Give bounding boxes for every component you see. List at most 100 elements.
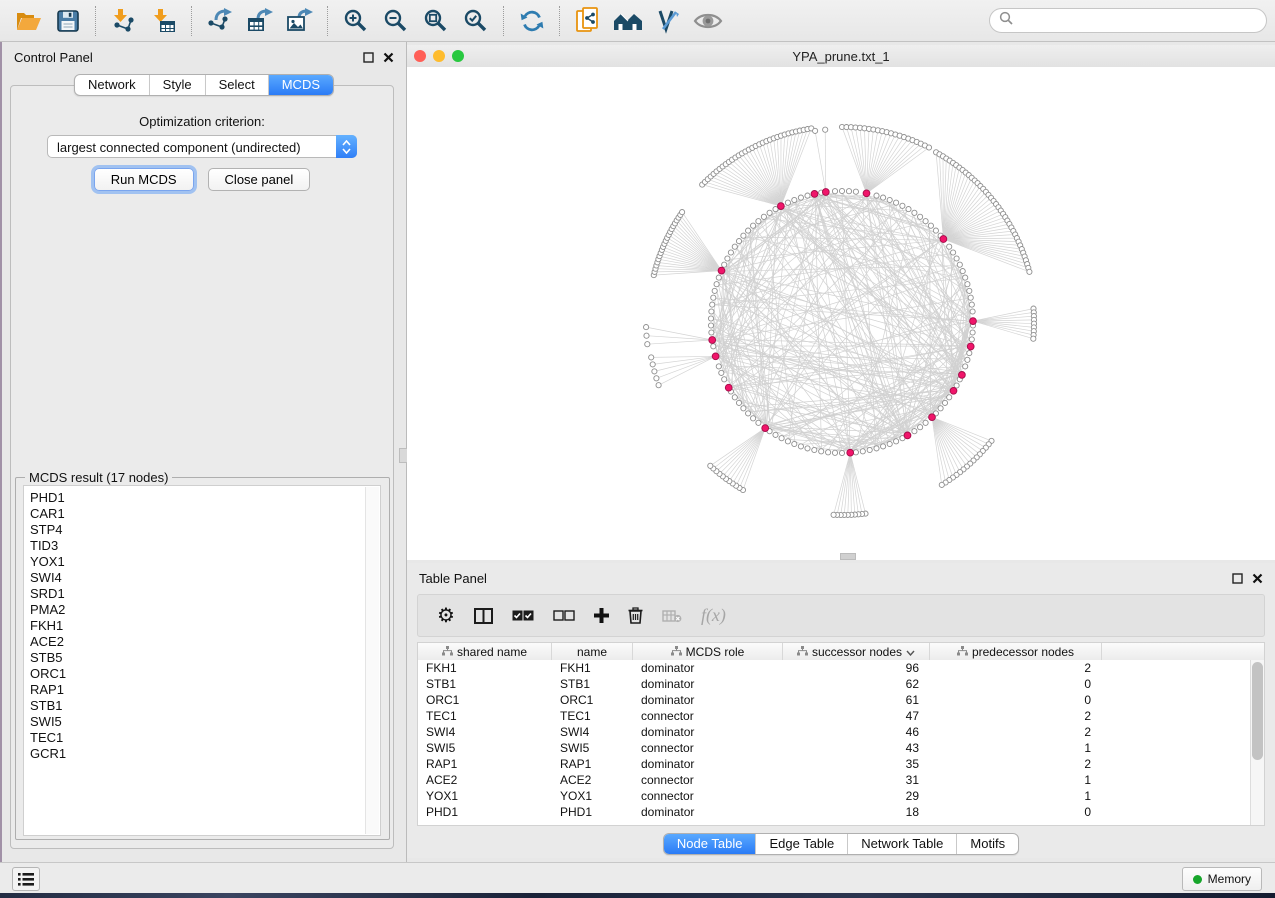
run-mcds-button[interactable]: Run MCDS (94, 168, 194, 191)
splitter-nub[interactable] (840, 553, 856, 560)
close-panel-button[interactable]: Close panel (208, 168, 311, 191)
mcds-result-item[interactable]: ORC1 (30, 666, 380, 682)
memory-label: Memory (1208, 872, 1251, 886)
mcds-result-item[interactable]: PHD1 (30, 490, 380, 506)
gear-icon[interactable]: ⚙ (437, 606, 455, 626)
columns-icon[interactable] (474, 608, 493, 624)
table-row[interactable]: SWI5SWI5connector431 (418, 740, 1264, 756)
tab-mcds[interactable]: MCDS (269, 75, 333, 95)
float-icon[interactable] (363, 50, 374, 68)
mcds-result-item[interactable]: SWI5 (30, 714, 380, 730)
mcds-result-item[interactable]: GCR1 (30, 746, 380, 762)
table-cell: 2 (930, 709, 1102, 723)
close-icon[interactable] (383, 50, 394, 68)
main-toolbar (0, 0, 1275, 42)
tab-motifs[interactable]: Motifs (957, 834, 1018, 854)
birds-eye-icon[interactable] (688, 3, 728, 39)
network-canvas[interactable] (407, 67, 1275, 560)
column-header-filler (1102, 643, 1264, 660)
table-row[interactable]: ORC1ORC1dominator610 (418, 692, 1264, 708)
add-icon[interactable] (594, 608, 609, 623)
mcds-result-item[interactable]: ACE2 (30, 634, 380, 650)
export-image-icon[interactable] (280, 3, 320, 39)
table-cell: 1 (930, 773, 1102, 787)
save-session-icon[interactable] (48, 3, 88, 39)
mcds-result-item[interactable]: YOX1 (30, 554, 380, 570)
table-cell: 0 (930, 677, 1102, 691)
table-row[interactable]: YOX1YOX1connector291 (418, 788, 1264, 804)
shared-column-icon (442, 645, 453, 659)
network-overview-icon[interactable] (608, 3, 648, 39)
share-document-icon[interactable] (568, 3, 608, 39)
column-header-shared-name[interactable]: shared name (418, 643, 552, 660)
zoom-fit-icon[interactable] (416, 3, 456, 39)
table-cell: YOX1 (418, 789, 552, 803)
delete-icon[interactable] (628, 607, 643, 624)
optimization-dropdown[interactable]: largest connected component (undirected) (47, 135, 357, 158)
zoom-selected-icon[interactable] (456, 3, 496, 39)
tab-network[interactable]: Network (75, 75, 150, 95)
column-header-successor-nodes[interactable]: successor nodes (783, 643, 930, 660)
zoom-out-icon[interactable] (376, 3, 416, 39)
import-network-icon[interactable] (104, 3, 144, 39)
tab-edge-table[interactable]: Edge Table (756, 834, 848, 854)
table-row[interactable]: FKH1FKH1dominator962 (418, 660, 1264, 676)
tab-select[interactable]: Select (206, 75, 269, 95)
mcds-result-item[interactable]: STB1 (30, 698, 380, 714)
mcds-result-item[interactable]: STB5 (30, 650, 380, 666)
import-table-icon[interactable] (144, 3, 184, 39)
table-row[interactable]: ACE2ACE2connector311 (418, 772, 1264, 788)
table-cell: dominator (633, 757, 783, 771)
column-header-predecessor-nodes[interactable]: predecessor nodes (930, 643, 1102, 660)
tab-node-table[interactable]: Node Table (664, 834, 757, 854)
mcds-result-item[interactable]: RAP1 (30, 682, 380, 698)
table-cell: 1 (930, 789, 1102, 803)
memory-button[interactable]: Memory (1182, 867, 1262, 891)
mcds-result-item[interactable]: CAR1 (30, 506, 380, 522)
column-header-MCDS-role[interactable]: MCDS role (633, 643, 783, 660)
table-cell: 43 (783, 741, 930, 755)
table-row[interactable]: SWI4SWI4dominator462 (418, 724, 1264, 740)
tab-style[interactable]: Style (150, 75, 206, 95)
table-scrollbar[interactable] (1250, 660, 1264, 825)
mcds-result-item[interactable]: SRD1 (30, 586, 380, 602)
mcds-result-item[interactable]: FKH1 (30, 618, 380, 634)
table-cell: ACE2 (418, 773, 552, 787)
hub-node (904, 432, 911, 439)
mcds-result-item[interactable]: PMA2 (30, 602, 380, 618)
table-row[interactable]: TEC1TEC1connector472 (418, 708, 1264, 724)
list-scrollbar[interactable] (365, 487, 379, 834)
deselect-all-icon[interactable] (553, 610, 575, 621)
column-header-name[interactable]: name (552, 643, 633, 660)
table-cell: SWI5 (552, 741, 633, 755)
tab-network-table[interactable]: Network Table (848, 834, 957, 854)
select-all-icon[interactable] (512, 610, 534, 621)
table-cell: SWI4 (418, 725, 552, 739)
table-row[interactable]: RAP1RAP1dominator352 (418, 756, 1264, 772)
zoom-in-icon[interactable] (336, 3, 376, 39)
toolbar-separator (503, 6, 505, 36)
application-window: Control Panel Optimization criterion: la… (0, 0, 1275, 898)
table-cell: 2 (930, 661, 1102, 675)
close-icon[interactable] (1252, 571, 1263, 589)
hide-annotations-icon[interactable] (648, 3, 688, 39)
table-row[interactable]: STB1STB1dominator620 (418, 676, 1264, 692)
refresh-view-icon[interactable] (512, 3, 552, 39)
export-network-icon[interactable] (200, 3, 240, 39)
open-file-icon[interactable] (8, 3, 48, 39)
table-row[interactable]: PHD1PHD1dominator180 (418, 804, 1264, 820)
float-icon[interactable] (1232, 571, 1243, 589)
table-cell: 0 (930, 805, 1102, 819)
network-titlebar[interactable]: YPA_prune.txt_1 (407, 45, 1275, 68)
export-table-icon[interactable] (240, 3, 280, 39)
mcds-result-item[interactable]: TID3 (30, 538, 380, 554)
search-field[interactable] (989, 8, 1267, 33)
mcds-result-item[interactable]: SWI4 (30, 570, 380, 586)
mcds-result-item[interactable]: TEC1 (30, 730, 380, 746)
mcds-result-item[interactable]: STP4 (30, 522, 380, 538)
mcds-result-list[interactable]: PHD1CAR1STP4TID3YOX1SWI4SRD1PMA2FKH1ACE2… (23, 485, 381, 836)
scrollbar-thumb[interactable] (1252, 662, 1263, 760)
hub-node (940, 236, 947, 243)
search-input[interactable] (1018, 13, 1257, 29)
list-icon[interactable] (12, 867, 40, 891)
